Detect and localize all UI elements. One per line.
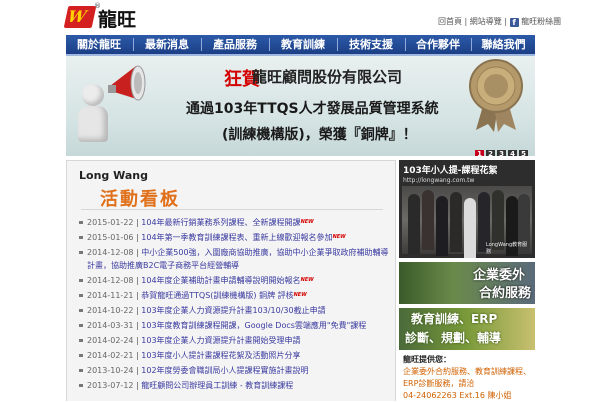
figure-body bbox=[78, 106, 108, 142]
person-silhouette bbox=[422, 190, 434, 250]
bronze-medal-icon bbox=[469, 59, 523, 132]
panel-title: 活動看板 bbox=[100, 189, 180, 210]
news-link[interactable]: 103年度小人提計畫課程花絮及活動照片分享 bbox=[141, 351, 300, 360]
services-text: 企業委外合約服務、教育訓練課程、ERP診斷服務，請洽 04-24062263 E… bbox=[403, 366, 533, 402]
banner-line-2: 通過103年TTQS人才發展品質管理系統 bbox=[186, 101, 439, 117]
news-date: 2014-02-24 bbox=[87, 336, 134, 345]
news-link[interactable]: 恭賀龍旺通過TTQS(訓練機構版) 銅牌 評核 bbox=[141, 291, 293, 300]
news-panel: Long Wang 活動看板 2015-01-22 | 104年最新行銷業務系列… bbox=[66, 160, 396, 401]
hero-banner[interactable]: 狂賀 龍旺顧問股份有限公司 通過103年TTQS人才發展品質管理系統 (訓練機構… bbox=[66, 56, 535, 156]
news-link[interactable]: 104年最新行銷業務系列課程、全新課程開課 bbox=[141, 218, 300, 227]
new-badge: NEW bbox=[293, 292, 307, 298]
banner-pager: 12345 bbox=[475, 141, 530, 156]
home-link[interactable]: 回首頁 bbox=[438, 17, 462, 26]
news-link[interactable]: 103年度教育訓練課程開課，Google Docs雲端應用"免費"課程 bbox=[141, 321, 366, 330]
sidebar: 103年小人提-課程花絮 http://longwang.com.tw Long… bbox=[399, 160, 535, 400]
news-item: 2014-12-08 | 中小企業500強，入圍廠商協助推廣，協助中小企業爭取政… bbox=[77, 246, 389, 272]
news-date: 2015-01-22 bbox=[87, 218, 134, 227]
link-separator: | bbox=[504, 17, 508, 26]
news-link[interactable]: 104年第一季教育訓練課程表、重新上線歡迎報名參加 bbox=[141, 233, 332, 242]
news-link[interactable]: 103年度企業人力資源提升計畫開始受理申請 bbox=[141, 336, 300, 345]
news-item: 2013-07-12 | 龍旺顧問公司辦理員工訓練 - 教育訓練課程 bbox=[77, 379, 389, 392]
pager-dot-5[interactable]: 5 bbox=[519, 150, 528, 156]
news-date: 2014-11-21 bbox=[87, 291, 134, 300]
nav-item-training[interactable]: 教育訓練 bbox=[270, 35, 336, 54]
facebook-icon[interactable]: f bbox=[509, 18, 519, 27]
banner-line-3: (訓練機構版)，榮獲『銅牌』！ bbox=[222, 127, 417, 143]
news-item: 2015-01-06 | 104年第一季教育訓練課程表、重新上線歡迎報名參加NE… bbox=[77, 231, 389, 244]
sitemap-link[interactable]: 網站導覽 bbox=[470, 17, 502, 26]
news-link[interactable]: 龍旺顧問公司辦理員工訓練 - 教育訓練課程 bbox=[141, 381, 293, 390]
person-silhouette bbox=[436, 196, 448, 256]
top-links: 回首頁 | 網站導覽 | f 龍旺粉絲團 bbox=[438, 16, 561, 27]
provide-label: 龍旺提供您： bbox=[403, 355, 451, 364]
news-item: 2014-12-08 | 104年度企業補助計畫申請輔導說明開始報名NEW bbox=[77, 274, 389, 287]
pager-dot-2[interactable]: 2 bbox=[486, 150, 495, 156]
banner-line-1: 龍旺顧問股份有限公司 bbox=[252, 68, 403, 86]
person-silhouette bbox=[464, 198, 476, 258]
main-nav: 關於龍旺 最新消息 產品服務 教育訓練 技術支援 合作夥伴 聯絡我們 bbox=[66, 35, 535, 56]
pager-dot-3[interactable]: 3 bbox=[497, 150, 506, 156]
pager-dot-1[interactable]: 1 bbox=[475, 150, 484, 156]
figure-head bbox=[82, 84, 104, 106]
news-item: 2014-10-22 | 103年度企業人力資源提升計畫103/10/30截止申… bbox=[77, 304, 389, 317]
news-date: 2014-03-31 bbox=[87, 321, 134, 330]
group-photo: LongWang教育服務 bbox=[402, 186, 532, 258]
news-date: 2014-12-08 bbox=[87, 248, 134, 257]
link-separator: | bbox=[464, 17, 468, 26]
site-logo[interactable]: W ® 龍旺 bbox=[63, 2, 137, 31]
person-silhouette bbox=[408, 194, 420, 254]
services-description: 企業委外合約服務、教育訓練課程、ERP診斷服務，請洽 bbox=[403, 367, 531, 388]
promo-training-line2: 診斷、規劃、輔導 bbox=[405, 331, 502, 345]
news-link[interactable]: 102年度勞委會職訓局小人提課程實施計畫說明 bbox=[141, 366, 308, 375]
nav-item-news[interactable]: 最新消息 bbox=[134, 35, 200, 54]
nav-item-support[interactable]: 技術支援 bbox=[338, 35, 404, 54]
promo-outsourcing-line2: 合約服務 bbox=[478, 286, 531, 301]
news-link[interactable]: 103年度企業人力資源提升計畫103/10/30截止申請 bbox=[141, 306, 325, 315]
news-item: 2014-02-21 | 103年度小人提計畫課程花絮及活動照片分享 bbox=[77, 349, 389, 362]
news-link[interactable]: 104年度企業補助計畫申請輔導說明開始報名 bbox=[141, 276, 300, 285]
news-date: 2013-07-12 bbox=[87, 381, 134, 390]
news-date: 2014-12-08 bbox=[87, 276, 134, 285]
promo-url: http://longwang.com.tw bbox=[403, 177, 475, 184]
logo-mark: W bbox=[63, 6, 97, 28]
divider bbox=[81, 209, 383, 210]
promo-training-erp[interactable]: 教育訓練、ERP 診斷、規劃、輔導 bbox=[399, 308, 535, 350]
new-badge: NEW bbox=[300, 219, 314, 225]
nav-item-partners[interactable]: 合作夥伴 bbox=[406, 35, 470, 54]
fanpage-link[interactable]: 龍旺粉絲團 bbox=[521, 17, 561, 26]
logo-text: 龍旺 bbox=[98, 9, 137, 31]
megaphone-icon bbox=[108, 65, 146, 101]
promo-training-line1: 教育訓練、ERP bbox=[411, 312, 498, 326]
news-item: 2014-03-31 | 103年度教育訓練課程開課，Google Docs雲端… bbox=[77, 319, 389, 332]
new-badge: NEW bbox=[332, 234, 346, 240]
panel-brand: Long Wang bbox=[79, 169, 148, 182]
pager-dot-4[interactable]: 4 bbox=[508, 150, 517, 156]
news-date: 2013-10-24 bbox=[87, 366, 134, 375]
news-item: 2013-10-24 | 102年度勞委會職訓局小人提課程實施計畫說明 bbox=[77, 364, 389, 377]
nav-item-contact[interactable]: 聯絡我們 bbox=[472, 35, 535, 54]
new-badge: NEW bbox=[300, 277, 314, 283]
nav-item-products[interactable]: 產品服務 bbox=[202, 35, 268, 54]
promo-outsourcing[interactable]: 企業委外 合約服務 bbox=[399, 262, 535, 304]
promo-course-highlights[interactable]: 103年小人提-課程花絮 http://longwang.com.tw Long… bbox=[399, 160, 535, 258]
news-item: 2014-02-24 | 103年度企業人力資源提升計畫開始受理申請 bbox=[77, 334, 389, 347]
news-date: 2014-10-22 bbox=[87, 306, 134, 315]
photo-watermark: LongWang教育服務 bbox=[486, 242, 528, 255]
news-date: 2015-01-06 bbox=[87, 233, 134, 242]
news-item: 2014-11-21 | 恭賀龍旺通過TTQS(訓練機構版) 銅牌 評核NEW bbox=[77, 289, 389, 302]
nav-item-about[interactable]: 關於龍旺 bbox=[66, 35, 132, 54]
promo-outsourcing-line1: 企業委外 bbox=[472, 268, 525, 283]
news-item: 2015-01-22 | 104年最新行銷業務系列課程、全新課程開課NEW bbox=[77, 216, 389, 229]
news-date: 2014-02-21 bbox=[87, 351, 134, 360]
site-header: W ® 龍旺 回首頁 | 網站導覽 | f 龍旺粉絲團 bbox=[0, 0, 600, 35]
contact-phone: 04-24062263 Ext.16 陳小姐 bbox=[403, 391, 512, 400]
logo-mark-letter: W bbox=[66, 7, 89, 26]
person-silhouette bbox=[450, 192, 462, 252]
news-list: 2015-01-22 | 104年最新行銷業務系列課程、全新課程開課NEW 201… bbox=[77, 216, 389, 394]
promo-caption: 103年小人提-課程花絮 bbox=[403, 166, 498, 176]
